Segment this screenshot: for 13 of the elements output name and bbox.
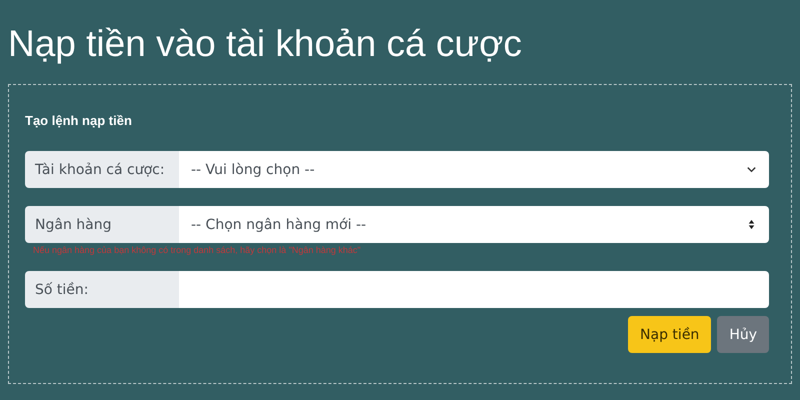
hint-text: Nếu ngân hàng của bạn không có trong danh sách, hãy chọn là "Ngân hàng khác" <box>33 245 362 255</box>
page-title: Nạp tiền vào tài khoản cá cược <box>8 22 523 66</box>
form-heading: Tạo lệnh nạp tiền <box>25 113 133 128</box>
deposit-button[interactable]: Nạp tiền <box>628 316 712 353</box>
chevron-down-icon <box>746 164 757 175</box>
field-label: Ngân hàng <box>25 206 179 243</box>
field-label: Tài khoản cá cược: <box>25 151 179 188</box>
field-label: Số tiền: <box>25 271 179 308</box>
account-select[interactable]: -- Vui lòng chọn -- <box>179 151 769 188</box>
up-down-arrows-icon <box>746 219 757 230</box>
amount-input[interactable] <box>179 271 769 308</box>
cancel-button[interactable]: Hủy <box>717 316 769 353</box>
bank-select[interactable]: -- Chọn ngân hàng mới -- <box>179 206 769 243</box>
